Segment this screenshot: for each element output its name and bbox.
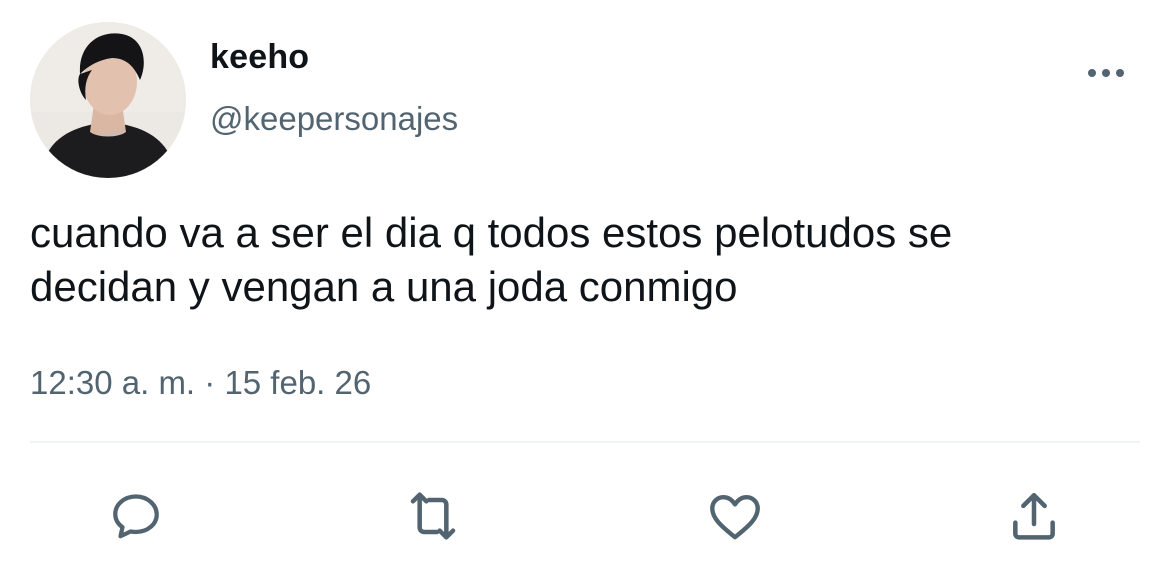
heart-icon bbox=[710, 494, 760, 540]
tweet-time: 12:30 a. m. bbox=[30, 364, 196, 401]
tweet-date: 15 feb. 26 bbox=[224, 364, 372, 401]
avatar[interactable] bbox=[30, 22, 186, 178]
tweet-text: cuando va a ser el dia q todos estos pel… bbox=[30, 206, 1150, 314]
divider bbox=[30, 441, 1140, 443]
retweet-button[interactable] bbox=[401, 484, 465, 548]
user-handle[interactable]: @keepersonajes bbox=[210, 100, 458, 138]
retweet-arrows-icon bbox=[410, 492, 456, 540]
tweet-timestamp[interactable]: 12:30 a. m. · 15 feb. 26 bbox=[30, 364, 371, 402]
speech-bubble-icon bbox=[113, 494, 159, 539]
tweet-text-line-1: cuando va a ser el dia q todos estos pel… bbox=[30, 209, 953, 256]
tweet-text-line-2: decidan y vengan a una joda conmigo bbox=[30, 263, 738, 310]
profile-photo-icon bbox=[30, 22, 186, 178]
share-upload-icon bbox=[1013, 492, 1055, 540]
tweet-card: keeho @keepersonajes cuando va a ser el … bbox=[0, 0, 1170, 586]
share-button[interactable] bbox=[1002, 484, 1066, 548]
meta-separator: · bbox=[195, 364, 225, 401]
reply-button[interactable] bbox=[104, 484, 168, 548]
more-options-icon[interactable] bbox=[1082, 58, 1130, 88]
like-button[interactable] bbox=[703, 484, 767, 548]
display-name[interactable]: keeho bbox=[210, 38, 309, 77]
